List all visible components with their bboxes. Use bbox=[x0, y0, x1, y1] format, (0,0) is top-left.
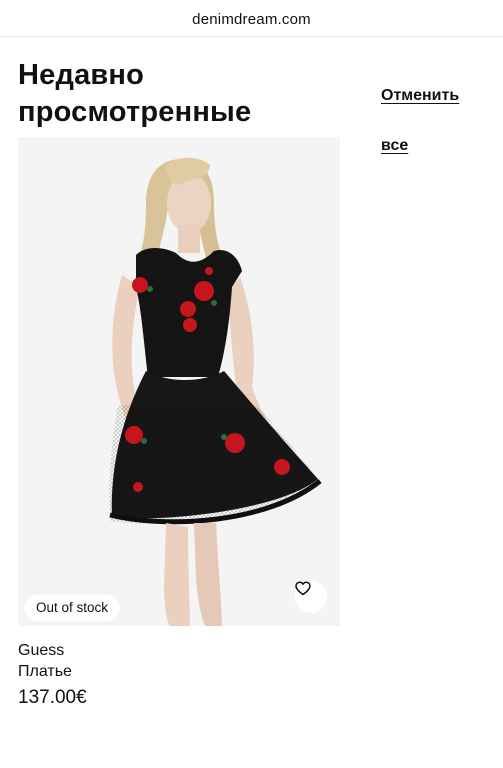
product-price: 137.00€ bbox=[18, 687, 87, 708]
cancel-all-link[interactable]: Отменить все bbox=[381, 71, 493, 171]
product-image[interactable]: Out of stock bbox=[18, 137, 340, 626]
browser-address-bar[interactable]: denimdream.com bbox=[0, 0, 503, 37]
url-text: denimdream.com bbox=[192, 10, 311, 28]
wishlist-button[interactable] bbox=[295, 581, 327, 613]
dress-illustration bbox=[18, 137, 340, 626]
page-title: Недавно просмотренные bbox=[18, 59, 252, 128]
out-of-stock-badge: Out of stock bbox=[24, 595, 121, 621]
product-brand: Guess bbox=[18, 642, 65, 659]
product-card[interactable]: Out of stock Guess Платье 137.00€ bbox=[18, 137, 340, 708]
product-name: Платье bbox=[18, 663, 72, 680]
